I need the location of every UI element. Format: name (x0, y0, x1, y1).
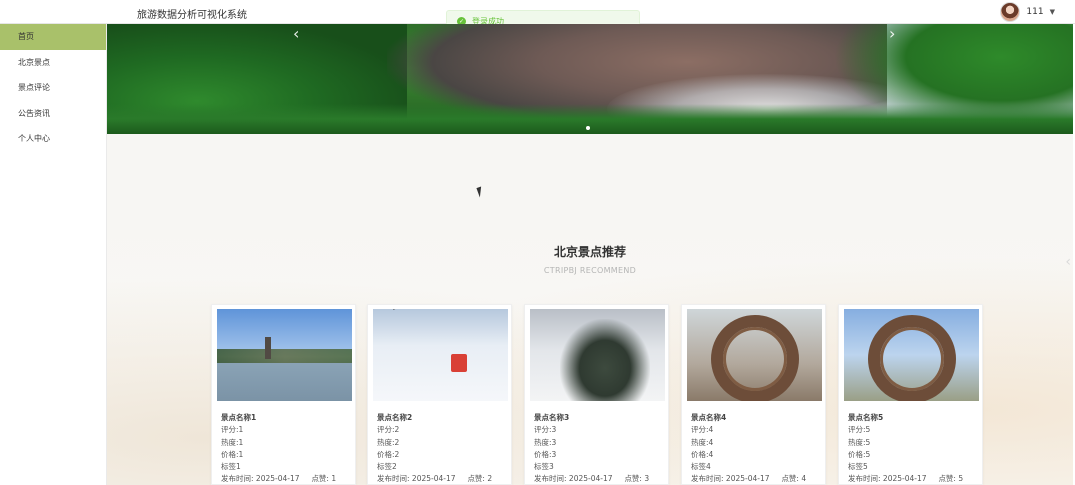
likes-count: 2 (487, 474, 493, 484)
spot-meta: 景点名称4 评分:4 热度:4 价格:4 标签4 发布时间: 2025-04-1… (691, 412, 806, 485)
carousel-indicator[interactable] (586, 126, 590, 130)
sidebar-item-announcements[interactable]: 公告资讯 (0, 101, 106, 127)
hero-carousel[interactable]: ‹ › (107, 24, 1073, 134)
publish-time-label: 发布时间: (221, 474, 254, 484)
spot-heat: 热度:2 (377, 437, 400, 447)
spot-rating: 评分:4 (691, 425, 714, 435)
sidebar-item-label: 北京景点 (18, 57, 50, 67)
likes-label: 点赞: (938, 474, 956, 484)
spot-heat: 热度:4 (691, 437, 714, 447)
spot-name[interactable]: 景点名称4 (691, 412, 806, 424)
spot-card[interactable]: 景点名称1 评分:1 热度:1 价格:1 标签1 发布时间: 2025-04-1… (211, 304, 356, 485)
publish-time-label: 发布时间: (848, 474, 881, 484)
chevron-left-icon[interactable]: ‹ (293, 26, 299, 42)
likes-label: 点赞: (311, 474, 329, 484)
image-peak (560, 319, 650, 401)
sidebar-item-profile[interactable]: 个人中心 (0, 126, 106, 152)
spot-meta: 景点名称5 评分:5 热度:5 价格:5 标签5 发布时间: 2025-04-1… (848, 412, 963, 485)
likes-label: 点赞: (467, 474, 485, 484)
spot-card[interactable]: 景点名称3 评分:3 热度:3 价格:3 标签3 发布时间: 2025-04-1… (524, 304, 669, 485)
spot-price: 价格:3 (534, 449, 557, 459)
sidebar-item-spot-comments[interactable]: 景点评论 (0, 75, 106, 101)
image-pagoda (265, 337, 271, 359)
spot-footer: 发布时间: 2025-04-17 点赞: 5 (848, 473, 963, 485)
spot-image[interactable] (530, 309, 665, 401)
image-cable (393, 309, 503, 310)
publish-time-label: 发布时间: (377, 474, 410, 484)
spot-name[interactable]: 景点名称5 (848, 412, 963, 424)
likes-count: 5 (958, 474, 964, 484)
spot-rating: 评分:3 (534, 425, 557, 435)
spot-price: 价格:1 (221, 449, 244, 459)
sidebar-item-label: 个人中心 (18, 134, 50, 143)
spot-tag: 标签2 (377, 462, 397, 472)
spot-image[interactable] (217, 309, 352, 401)
section-title: 北京景点推荐 (553, 245, 626, 259)
spot-footer: 发布时间: 2025-04-17 点赞: 2 (377, 473, 492, 485)
spot-rating: 评分:2 (377, 425, 400, 435)
spot-tag: 标签3 (534, 462, 554, 472)
publish-time-label: 发布时间: (534, 474, 567, 484)
likes-count: 3 (644, 474, 650, 484)
spot-tag: 标签4 (691, 462, 711, 472)
spot-card[interactable]: 景点名称2 评分:2 热度:2 价格:2 标签2 发布时间: 2025-04-1… (367, 304, 512, 485)
likes-label: 点赞: (624, 474, 642, 484)
publish-date: 2025-04-17 (255, 474, 300, 484)
spot-meta: 景点名称1 评分:1 热度:1 价格:1 标签1 发布时间: 2025-04-1… (221, 412, 336, 485)
likes-count: 1 (331, 474, 337, 484)
spot-rating: 评分:1 (221, 425, 244, 435)
spot-image[interactable] (687, 309, 822, 401)
image-wicker-ring (711, 315, 799, 401)
publish-date: 2025-04-17 (568, 474, 613, 484)
spot-footer: 发布时间: 2025-04-17 点赞: 1 (221, 473, 336, 485)
sidebar-item-beijing-spots[interactable]: 北京景点 (0, 50, 106, 76)
spot-card[interactable]: 景点名称5 评分:5 热度:5 价格:5 标签5 发布时间: 2025-04-1… (838, 304, 983, 485)
spot-price: 价格:4 (691, 449, 714, 459)
spot-meta: 景点名称3 评分:3 热度:3 价格:3 标签3 发布时间: 2025-04-1… (534, 412, 649, 485)
chevron-right-icon[interactable]: › (889, 26, 895, 42)
user-menu[interactable]: 111 ▼ (1000, 2, 1055, 22)
likes-count: 4 (801, 474, 807, 484)
spot-heat: 热度:3 (534, 437, 557, 447)
spot-meta: 景点名称2 评分:2 热度:2 价格:2 标签2 发布时间: 2025-04-1… (377, 412, 492, 485)
spot-card[interactable]: 景点名称4 评分:4 热度:4 价格:4 标签4 发布时间: 2025-04-1… (681, 304, 826, 485)
publish-date: 2025-04-17 (411, 474, 456, 484)
user-name[interactable]: 111 (1026, 7, 1043, 17)
spot-footer: 发布时间: 2025-04-17 点赞: 3 (534, 473, 649, 485)
sidebar-item-label: 首页 (18, 32, 34, 41)
spot-name[interactable]: 景点名称1 (221, 412, 336, 424)
image-cable-car (451, 354, 467, 372)
image-wicker-ring (868, 315, 956, 401)
spot-image[interactable] (373, 309, 508, 401)
spot-footer: 发布时间: 2025-04-17 点赞: 4 (691, 473, 806, 485)
user-avatar[interactable] (1000, 2, 1021, 22)
banner-trees-bottom (107, 104, 1073, 134)
spot-name[interactable]: 景点名称3 (534, 412, 649, 424)
sidebar-item-label: 景点评论 (18, 83, 50, 92)
section-subtitle: CTRIPBJ RECOMMEND (543, 266, 637, 275)
likes-label: 点赞: (781, 474, 799, 484)
sidebar-item-home[interactable]: 首页 (0, 24, 106, 50)
spot-rating: 评分:5 (848, 425, 871, 435)
caret-down-icon[interactable]: ▼ (1050, 8, 1055, 16)
spot-heat: 热度:1 (221, 437, 244, 447)
spot-heat: 热度:5 (848, 437, 871, 447)
image-shore (217, 349, 352, 363)
spot-price: 价格:2 (377, 449, 400, 459)
spot-tag: 标签1 (221, 462, 241, 472)
sidebar-item-label: 公告资讯 (18, 108, 50, 118)
spot-image[interactable] (844, 309, 979, 401)
publish-date: 2025-04-17 (882, 474, 927, 484)
publish-date: 2025-04-17 (725, 474, 770, 484)
app-title: 旅游数据分析可视化系统 (137, 10, 247, 21)
spot-name[interactable]: 景点名称2 (377, 412, 492, 424)
spot-price: 价格:5 (848, 449, 871, 459)
publish-time-label: 发布时间: (691, 474, 724, 484)
spot-tag: 标签5 (848, 462, 868, 472)
sidebar: 首页 北京景点 景点评论 公告资讯 个人中心 (0, 24, 107, 485)
